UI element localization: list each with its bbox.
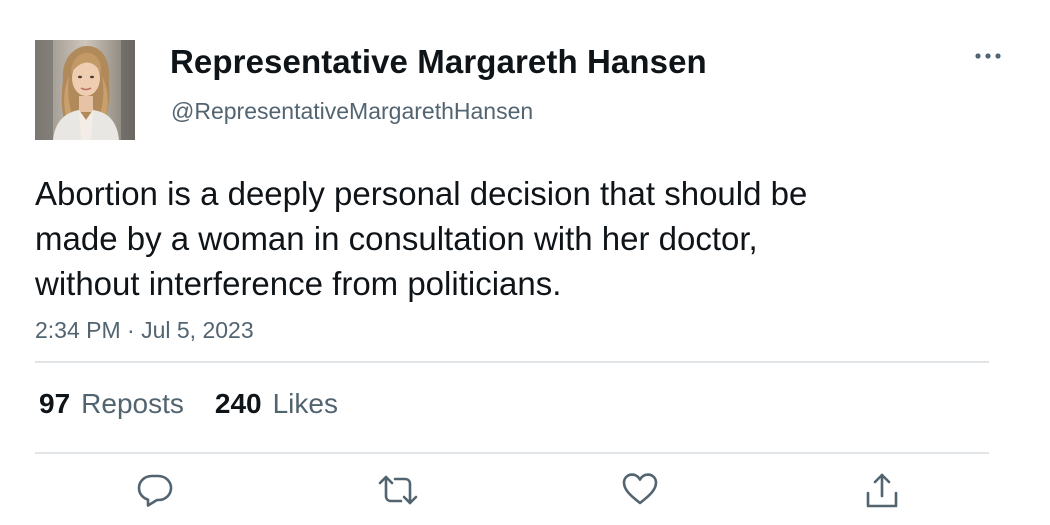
tweet-card: Representative Margareth Hansen @Represe… <box>0 0 1050 525</box>
repost-button[interactable] <box>374 472 422 516</box>
reposts-label: Reposts <box>81 388 184 419</box>
tweet-timestamp[interactable]: 2:34 PM · Jul 5, 2023 <box>35 315 254 345</box>
share-icon <box>866 473 898 508</box>
like-icon <box>622 473 658 505</box>
divider <box>35 361 989 363</box>
reply-button[interactable] <box>131 472 179 516</box>
reply-icon <box>137 474 173 507</box>
share-button[interactable] <box>858 472 906 516</box>
avatar[interactable] <box>35 40 135 140</box>
reposts-stat[interactable]: 97 Reposts <box>39 387 184 421</box>
more-options-icon <box>975 53 1001 59</box>
tweet-text-line: made by a woman in consultation with her… <box>35 220 758 257</box>
like-button[interactable] <box>616 472 664 516</box>
likes-stat[interactable]: 240 Likes <box>215 387 338 421</box>
reposts-count: 97 <box>39 388 71 419</box>
avatar-image <box>35 40 135 140</box>
more-options-button[interactable] <box>968 42 1008 70</box>
tweet-text-line: without interference from politicians. <box>35 265 562 302</box>
likes-label: Likes <box>272 388 338 419</box>
engagement-stats: 97 Reposts 240 Likes <box>39 387 338 421</box>
likes-count: 240 <box>214 388 262 419</box>
tweet-text: Abortion is a deeply personal decision t… <box>35 171 965 306</box>
tweet-text-line: Abortion is a deeply personal decision t… <box>35 175 808 212</box>
divider <box>35 452 989 454</box>
author-display-name[interactable]: Representative Margareth Hansen <box>170 42 707 82</box>
author-handle[interactable]: @RepresentativeMargarethHansen <box>171 96 533 126</box>
repost-icon <box>378 475 418 505</box>
